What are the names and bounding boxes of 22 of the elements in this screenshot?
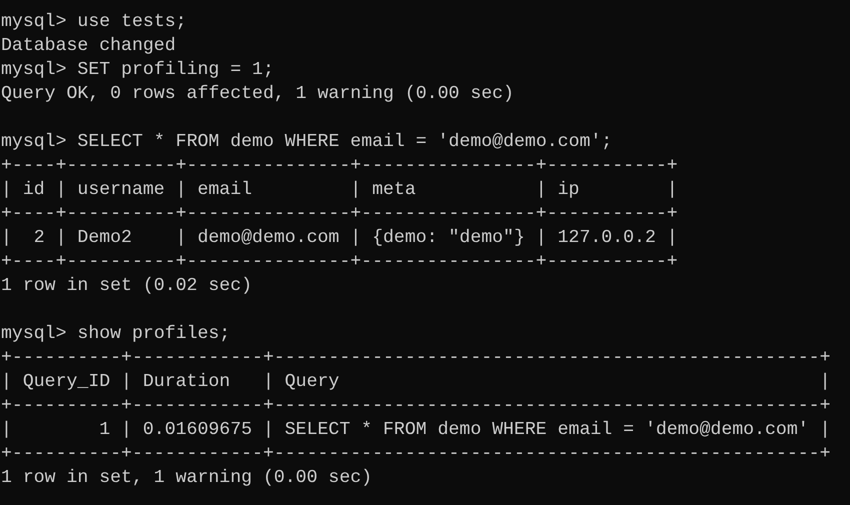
- output-line: +----------+------------+--------------------------------------------------+: [1, 348, 830, 368]
- output-line: | 2 | Demo2 | demo@demo.com | {demo: "demo"} | 127.0.0.2 |: [1, 228, 678, 248]
- output-line: +----------+------------+--------------------------------------------------+: [1, 444, 830, 464]
- output-line: Query OK, 0 rows affected, 1 warning (0.00 sec): [1, 84, 514, 104]
- command-text: SELECT * FROM demo WHERE email = 'demo@demo.com';: [77, 132, 612, 152]
- shell-prompt: mysql>: [1, 12, 66, 32]
- output-line: +----+----------+---------------+----------------+-----------+: [1, 204, 678, 224]
- output-line: | 1 | 0.01609675 | SELECT * FROM demo WHERE email = 'demo@demo.com' |: [1, 420, 830, 440]
- shell-prompt: mysql>: [1, 60, 66, 80]
- shell-prompt: mysql>: [1, 132, 66, 152]
- output-line: Database changed: [1, 36, 176, 56]
- output-line: 1 row in set (0.02 sec): [1, 276, 252, 296]
- output-line: +----------+------------+--------------------------------------------------+: [1, 396, 830, 416]
- command-text: SET profiling = 1;: [77, 60, 274, 80]
- output-line: | Query_ID | Duration | Query |: [1, 372, 830, 392]
- output-line: +----+----------+---------------+----------------+-----------+: [1, 156, 678, 176]
- command-text: use tests;: [77, 12, 187, 32]
- command-text: show profiles;: [77, 324, 230, 344]
- output-line: | id | username | email | meta | ip |: [1, 180, 678, 200]
- output-line: 1 row in set, 1 warning (0.00 sec): [1, 468, 372, 488]
- shell-prompt: mysql>: [1, 324, 66, 344]
- output-line: +----+----------+---------------+----------------+-----------+: [1, 252, 678, 272]
